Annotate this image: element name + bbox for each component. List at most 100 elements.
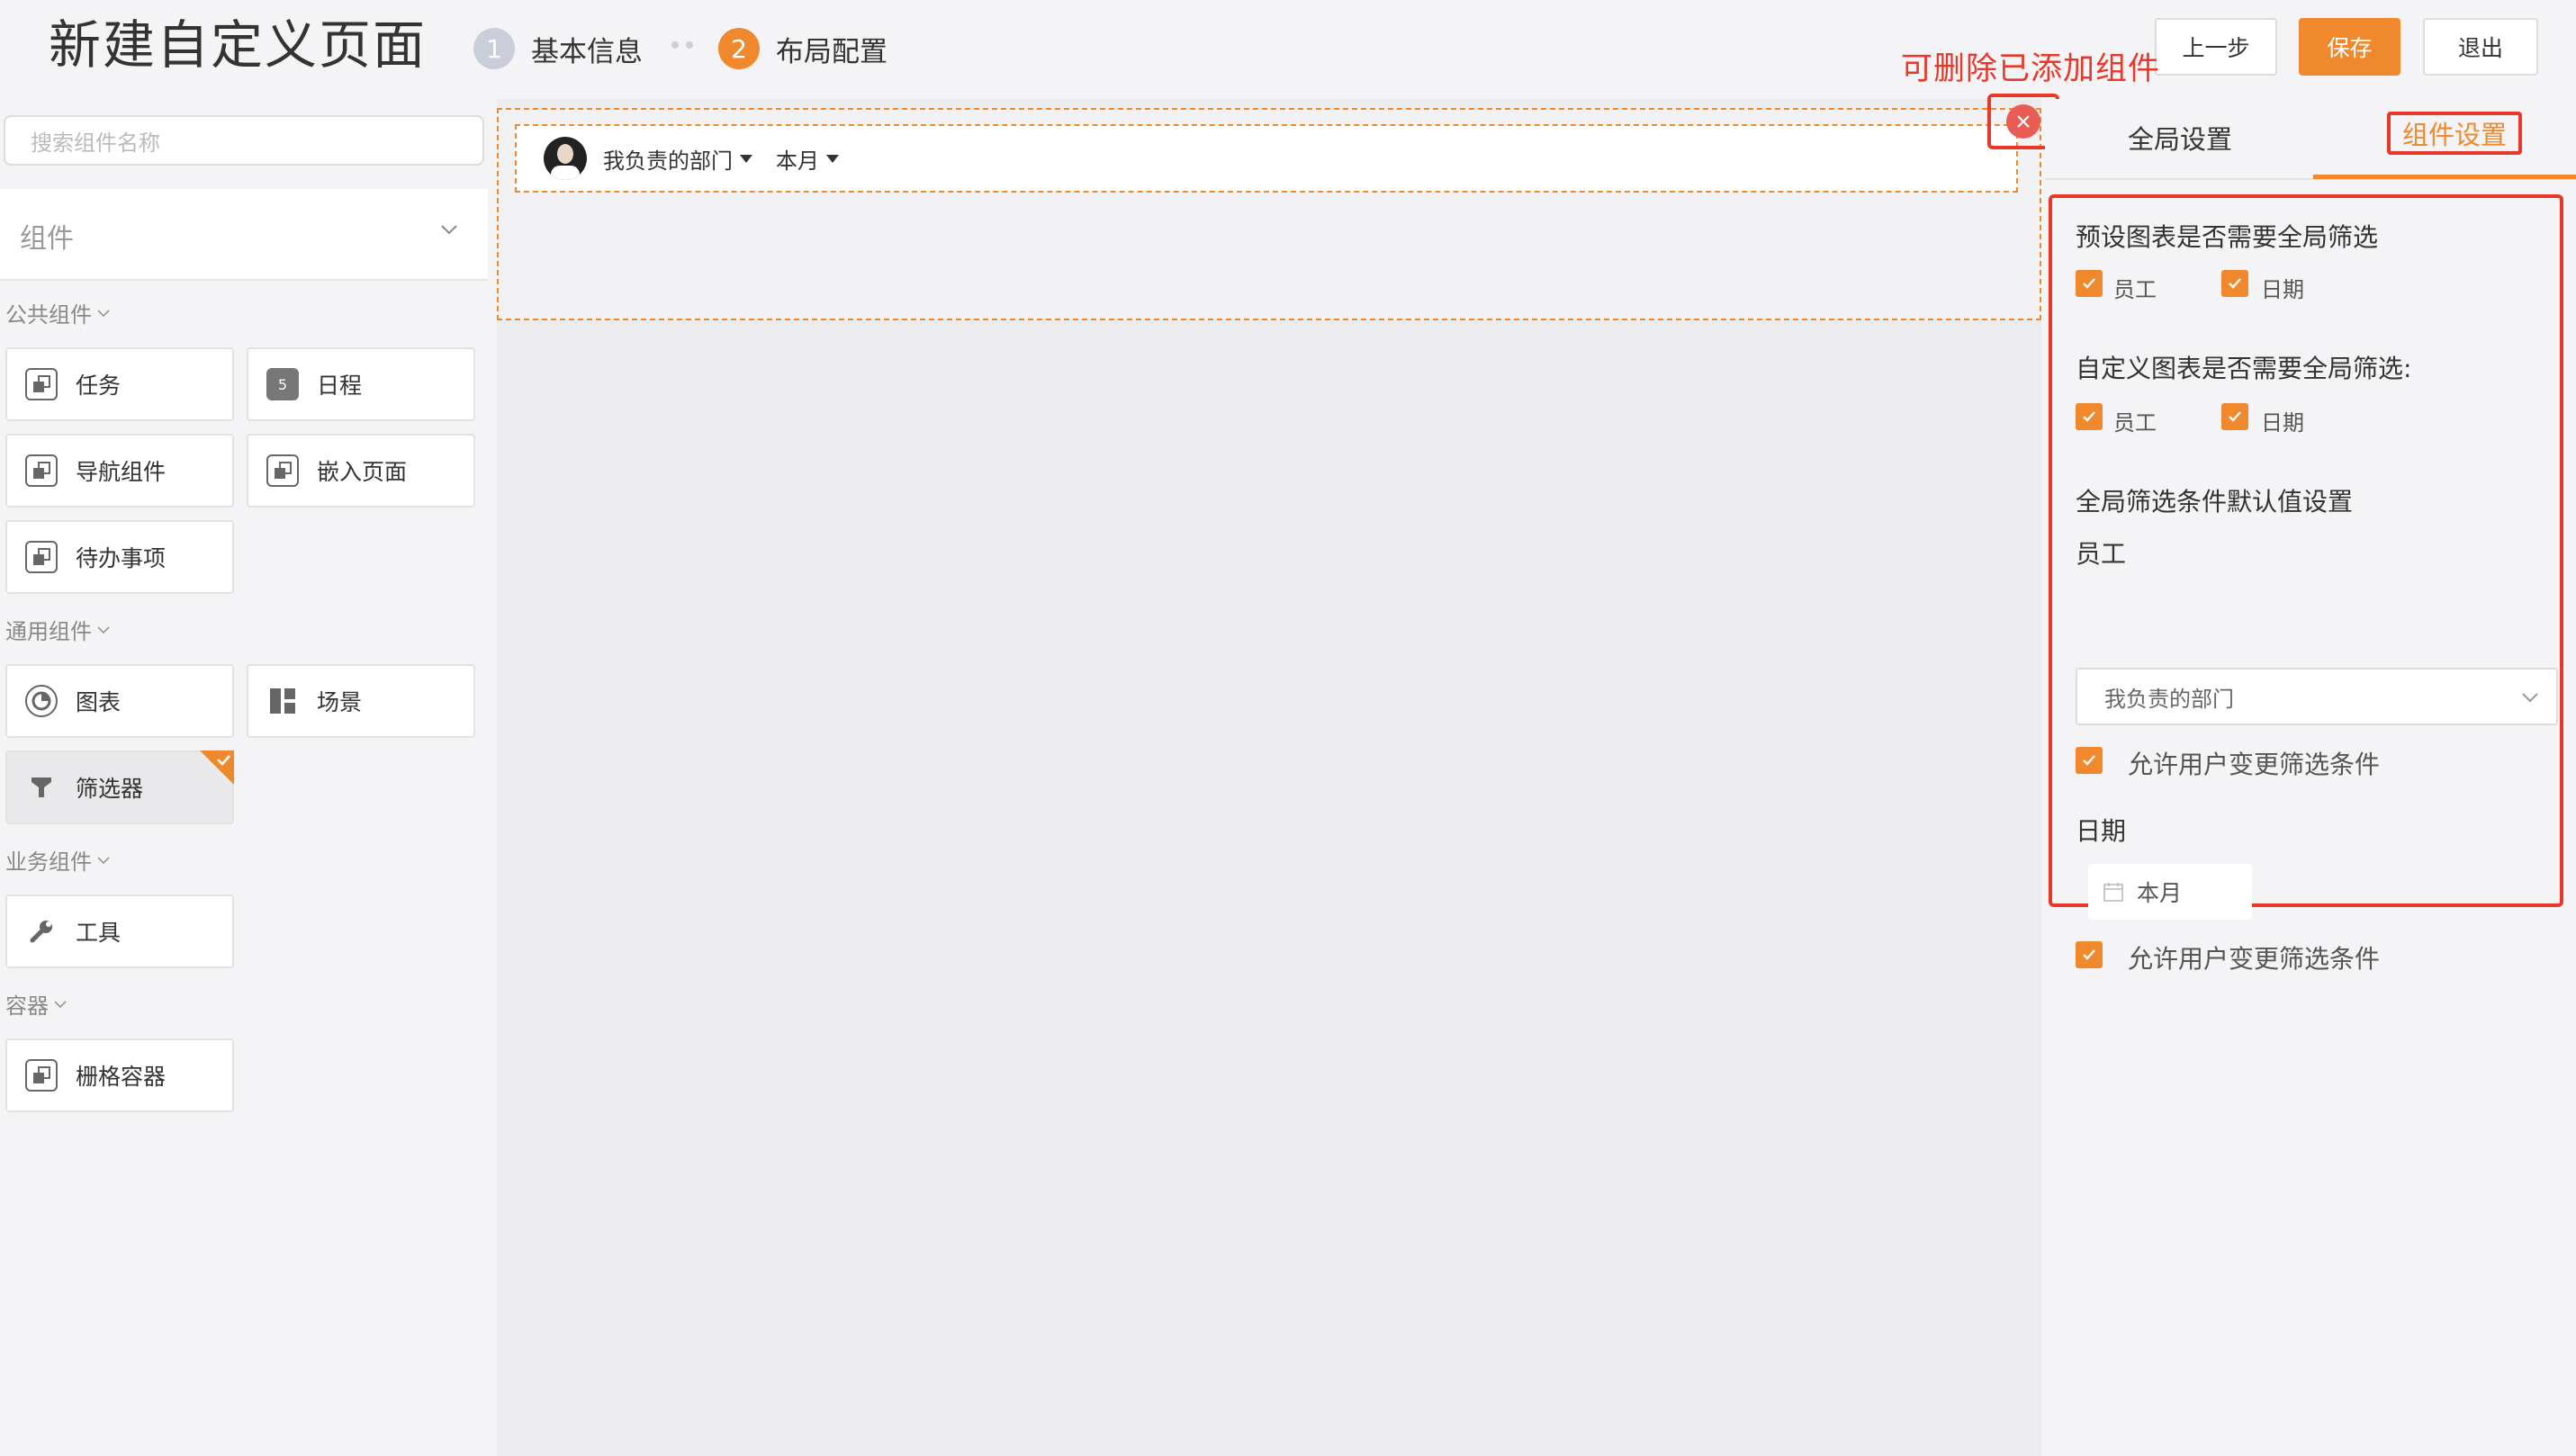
avatar — [544, 137, 587, 180]
step-layout-config[interactable]: 2 布局配置 — [718, 25, 887, 72]
section-label: 业务组件 — [5, 849, 92, 875]
layout-icon — [266, 685, 299, 717]
tile-task[interactable]: 任务 — [5, 347, 234, 421]
custom-date-checkbox[interactable] — [2221, 403, 2248, 430]
chevron-down-icon — [441, 225, 457, 235]
chevron-down-icon — [54, 1000, 67, 1008]
layout-canvas[interactable]: 我负责的部门 本月 — [497, 99, 2041, 1456]
component-icon — [25, 368, 58, 400]
date-value: 本月 — [2137, 880, 2183, 906]
checkbox-label: 允许用户变更筛选条件 — [2128, 944, 2381, 974]
component-icon — [266, 454, 299, 487]
date-default-picker[interactable]: 本月 — [2088, 864, 2252, 920]
dropdown-label: 我负责的部门 — [603, 148, 733, 174]
chevron-down-icon — [2522, 693, 2538, 703]
tab-global-settings[interactable]: 全局设置 — [2128, 119, 2232, 157]
component-icon — [25, 541, 58, 573]
employee-label: 员工 — [2076, 539, 2127, 569]
tile-todo[interactable]: 待办事项 — [5, 520, 234, 594]
components-title: 组件 — [20, 223, 74, 255]
chevron-down-icon — [97, 625, 110, 634]
section-label: 通用组件 — [5, 619, 92, 644]
department-filter-dropdown[interactable]: 我负责的部门 — [603, 143, 752, 175]
step-label: 布局配置 — [776, 35, 887, 68]
close-icon[interactable] — [2006, 104, 2040, 139]
prev-step-button[interactable]: 上一步 — [2155, 18, 2277, 76]
select-value: 我负责的部门 — [2104, 686, 2234, 712]
section-label: 容器 — [5, 993, 49, 1019]
active-tab-indicator — [2313, 175, 2576, 179]
tab-component-settings[interactable]: 组件设置 — [2387, 112, 2522, 155]
tile-filter[interactable]: 筛选器 — [5, 750, 234, 824]
employee-default-select[interactable]: 我负责的部门 — [2076, 668, 2558, 725]
section-label: 公共组件 — [5, 302, 92, 328]
dropdown-label: 本月 — [776, 148, 819, 174]
tile-grid-container[interactable]: 栅格容器 — [5, 1038, 234, 1112]
pie-chart-icon — [25, 685, 58, 717]
wrench-icon — [25, 915, 58, 948]
tile-label: 嵌入页面 — [317, 459, 408, 485]
preset-filter-question: 预设图表是否需要全局筛选 — [2076, 222, 2379, 252]
caret-down-icon — [740, 154, 752, 163]
save-button[interactable]: 保存 — [2299, 18, 2400, 76]
date-label: 日期 — [2076, 816, 2127, 846]
component-panel: 搜索组件名称 组件 公共组件 任务 5 日程 导航组件 嵌入页面 待办事项 通用… — [0, 99, 493, 1456]
caret-down-icon — [826, 154, 839, 163]
date-filter-dropdown[interactable]: 本月 — [776, 143, 839, 175]
global-filter-bar[interactable]: 我负责的部门 本月 — [515, 124, 2018, 193]
section-container[interactable]: 容器 — [5, 988, 68, 1020]
checkbox-label: 员工 — [2113, 410, 2157, 436]
tile-label: 筛选器 — [76, 776, 144, 802]
step-number: 1 — [473, 28, 515, 69]
tile-label: 任务 — [76, 373, 122, 399]
step-number: 2 — [718, 28, 760, 69]
checkbox-label: 日期 — [2261, 410, 2304, 436]
component-icon — [25, 1059, 58, 1092]
annotation-delete-hint: 可删除已添加组件 — [1901, 51, 2161, 87]
settings-tabs: 全局设置 组件设置 — [2045, 99, 2576, 180]
exit-button[interactable]: 退出 — [2423, 18, 2538, 76]
tile-label: 场景 — [317, 689, 363, 715]
component-search-input[interactable]: 搜索组件名称 — [4, 115, 484, 166]
step-label: 基本信息 — [531, 35, 643, 68]
section-general[interactable]: 通用组件 — [5, 614, 112, 645]
tile-tool[interactable]: 工具 — [5, 894, 234, 968]
tile-scene[interactable]: 场景 — [247, 664, 475, 738]
component-settings-box: 预设图表是否需要全局筛选 员工 日期 自定义图表是否需要全局筛选: 员工 日期 … — [2049, 194, 2563, 974]
checkbox-label: 员工 — [2113, 277, 2157, 302]
chevron-down-icon — [97, 309, 110, 317]
custom-employee-checkbox[interactable] — [2076, 403, 2103, 430]
checkbox-label: 日期 — [2261, 277, 2304, 302]
component-icon — [25, 454, 58, 487]
filter-icon — [25, 771, 58, 804]
employee-allow-change-checkbox[interactable] — [2076, 747, 2103, 774]
custom-filter-question: 自定义图表是否需要全局筛选: — [2076, 354, 2412, 383]
tile-label: 待办事项 — [76, 545, 167, 571]
selected-check-icon — [200, 750, 234, 785]
tile-schedule[interactable]: 5 日程 — [247, 347, 475, 421]
section-business[interactable]: 业务组件 — [5, 844, 112, 876]
checkbox-label: 允许用户变更筛选条件 — [2128, 750, 2381, 779]
components-accordion[interactable]: 组件 — [0, 189, 488, 281]
tile-label: 导航组件 — [76, 459, 167, 485]
calendar-icon: 5 — [266, 368, 299, 400]
default-values-title: 全局筛选条件默认值设置 — [2076, 487, 2354, 517]
tile-embed[interactable]: 嵌入页面 — [247, 434, 475, 508]
settings-panel: 全局设置 组件设置 预设图表是否需要全局筛选 员工 日期 自定义图表是否需要全局… — [2045, 99, 2576, 1456]
calendar-icon — [2103, 883, 2123, 902]
preset-employee-checkbox[interactable] — [2076, 270, 2103, 297]
page-title: 新建自定义页面 — [49, 14, 428, 76]
tile-label: 日程 — [317, 373, 363, 399]
tile-label: 工具 — [76, 920, 122, 946]
tile-chart[interactable]: 图表 — [5, 664, 234, 738]
tile-label: 栅格容器 — [76, 1064, 167, 1090]
preset-date-checkbox[interactable] — [2221, 270, 2248, 297]
tile-nav[interactable]: 导航组件 — [5, 434, 234, 508]
chevron-down-icon — [97, 856, 110, 864]
step-basic-info[interactable]: 1 基本信息 — [473, 25, 643, 72]
tile-label: 图表 — [76, 689, 122, 715]
step-connector — [671, 41, 693, 49]
section-public[interactable]: 公共组件 — [5, 297, 112, 328]
date-allow-change-checkbox[interactable] — [2076, 941, 2103, 968]
filter-component-block[interactable]: 我负责的部门 本月 — [497, 108, 2041, 320]
